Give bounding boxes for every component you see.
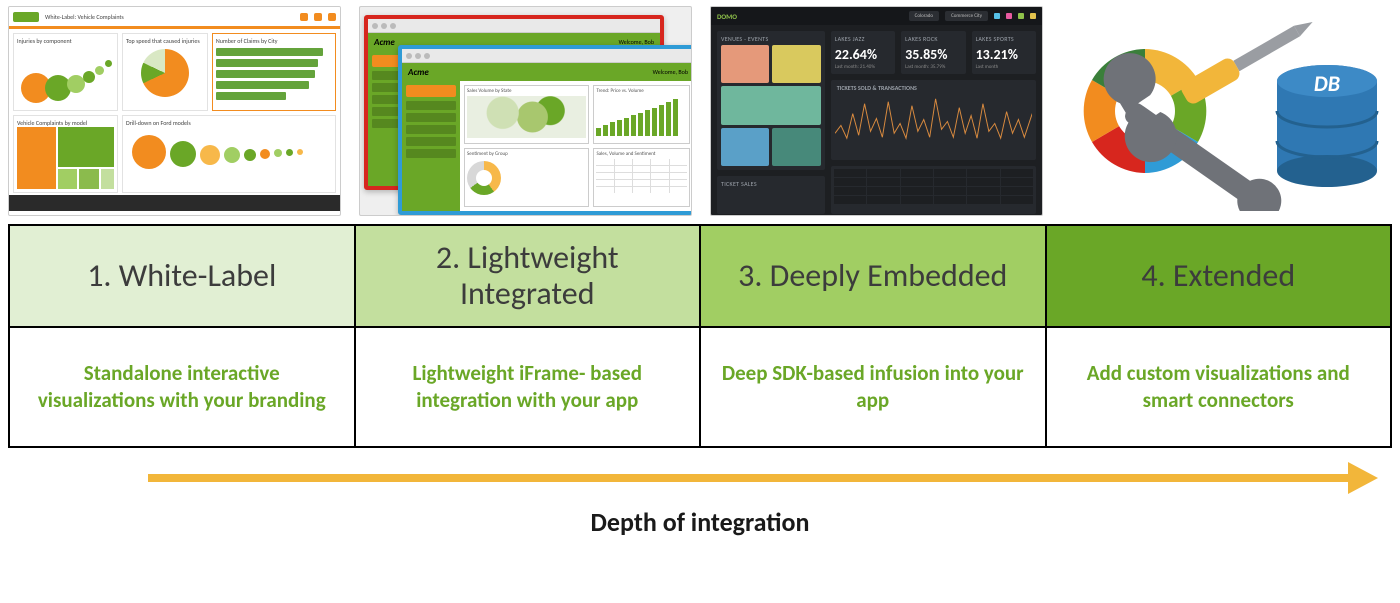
section-label: TICKET SALES (721, 180, 821, 188)
table-header-row: 1. White-Label 2. Lightweight Integrated… (9, 225, 1391, 327)
thumbnail-row: White-Label: Vehicle Complaints Injuries… (8, 6, 1392, 224)
axis-caption: Depth of integration (8, 506, 1392, 538)
logo-icon (13, 12, 39, 22)
col-title-1: 1. White-Label (9, 225, 355, 327)
db-label: DB (1313, 70, 1339, 97)
data-table-icon (831, 166, 1036, 214)
kpi-value: 13.21 (976, 46, 1008, 63)
kpi-label: LAKES ROCK (905, 35, 961, 43)
thumb1-title: White-Label: Vehicle Complaints (45, 13, 124, 21)
table-desc-row: Standalone interactive visualizations wi… (9, 327, 1391, 447)
depth-arrow (8, 462, 1392, 502)
user-icon (314, 13, 322, 21)
tools-db-icon: DB (1067, 11, 1387, 211)
thumb-iframe-integration: AcmeWelcome, Bob Sales Volume by State T… (359, 6, 692, 216)
col-desc-4: Add custom visualizations and smart conn… (1046, 327, 1392, 447)
acme-logo: Acme (374, 37, 395, 48)
kpi-label: LAKES JAZZ (835, 35, 891, 43)
integration-table: 1. White-Label 2. Lightweight Integrated… (8, 224, 1392, 448)
kpi-value: 35.85 (905, 46, 937, 63)
col-title-4: 4. Extended (1046, 225, 1392, 327)
thumb-sdk-dashboard: DOMO Colorado Commerce City VENUES - EVE… (710, 6, 1043, 216)
filter-pill: Colorado (909, 11, 939, 21)
col-title-3: 3. Deeply Embedded (700, 225, 1046, 327)
arrow-line-icon (148, 474, 1352, 482)
pie-icon (141, 49, 189, 97)
filter-pill: Commerce City (945, 11, 988, 21)
database-icon: DB (1277, 65, 1377, 187)
legend-dot-icon (1030, 13, 1036, 19)
legend-dot-icon (1018, 13, 1024, 19)
thumb-extend-tools: DB (1061, 6, 1392, 216)
section-label: VENUES - EVENTS (721, 35, 821, 43)
col-desc-1: Standalone interactive visualizations wi… (9, 327, 355, 447)
kpi-sub: Last month: 35.79% (905, 64, 961, 70)
sparkline-icon (835, 84, 1032, 143)
thumb-white-label-dashboard: White-Label: Vehicle Complaints Injuries… (8, 6, 341, 216)
domo-logo: DOMO (717, 12, 737, 21)
arrow-head-icon (1348, 462, 1378, 494)
kpi-value: 22.64 (835, 46, 867, 63)
kpi-sub: Last month: 21.40% (835, 64, 891, 70)
kpi-sub: Last month (976, 64, 1032, 70)
legend-dot-icon (1006, 13, 1012, 19)
col-desc-2: Lightweight iFrame- based integration wi… (355, 327, 701, 447)
legend-dot-icon (994, 13, 1000, 19)
col-title-2: 2. Lightweight Integrated (355, 225, 701, 327)
bell-icon (300, 13, 308, 21)
gear-icon (328, 13, 336, 21)
kpi-label: LAKES SPORTS (976, 35, 1032, 43)
col-desc-3: Deep SDK-based infusion into your app (700, 327, 1046, 447)
